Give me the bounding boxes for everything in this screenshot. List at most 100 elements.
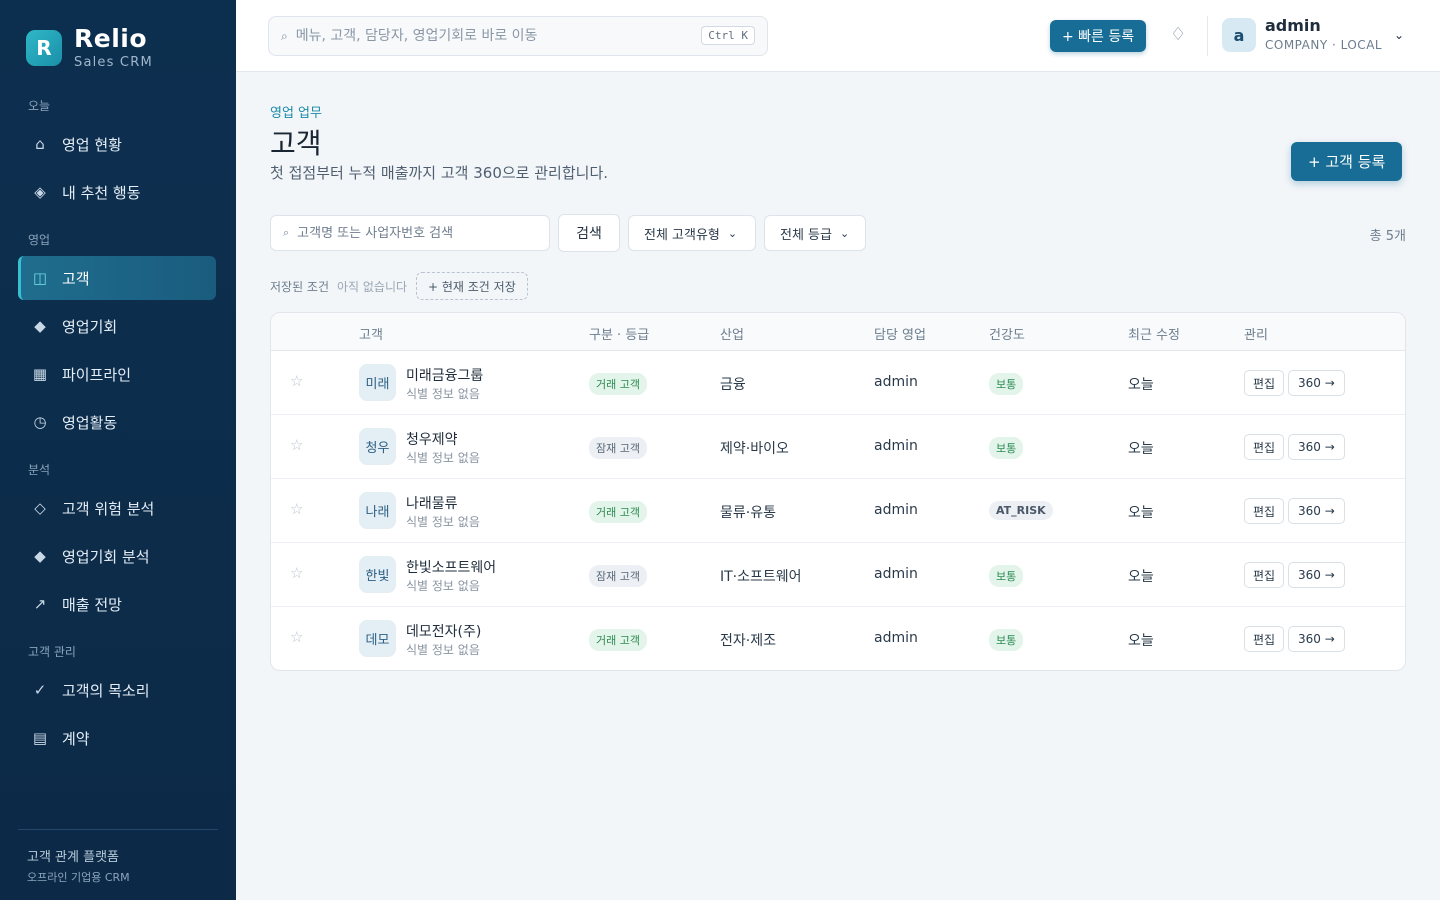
owner: admin [874, 374, 918, 390]
saved-filters-empty: 아직 없습니다 [337, 280, 408, 294]
sidebar-item-label: 매출 전망 [62, 595, 122, 614]
sidebar-item-activities[interactable]: ◷ 영업활동 [18, 400, 216, 444]
topbar: ⌕ Ctrl K + 빠른 등록 ♢ a admin COMPANY · LOC… [236, 0, 1440, 72]
sidebar-item-sales-status[interactable]: ⌂ 영업 현황 [18, 122, 216, 166]
save-filter-button[interactable]: + 현재 조건 저장 [416, 272, 528, 300]
sidebar: R Relio Sales CRM 오늘 ⌂ 영업 현황 ◈ 내 추천 행동 영… [0, 0, 236, 900]
user-name[interactable]: admin [1265, 16, 1321, 35]
view-360-button[interactable]: 360 → [1288, 370, 1345, 396]
footer-subtitle: 오프라인 기업용 CRM [27, 871, 130, 884]
customer-id-info: 식별 정보 없음 [406, 387, 480, 401]
brand[interactable]: R Relio Sales CRM [26, 24, 153, 70]
owner: admin [874, 502, 918, 518]
nav-section-today: 오늘 [28, 99, 51, 113]
sidebar-item-customers[interactable]: ◫ 고객 [18, 256, 216, 300]
brand-subtitle: Sales CRM [74, 55, 153, 70]
status-badge: 잠재 고객 [589, 565, 647, 587]
owner: admin [874, 566, 918, 582]
sidebar-item-pipeline[interactable]: ▦ 파이프라인 [18, 352, 216, 396]
search-button[interactable]: 검색 [558, 214, 620, 252]
clock-icon: ◷ [33, 413, 47, 431]
column-header-owner[interactable]: 담당 영업 [874, 324, 926, 343]
customer-name[interactable]: 데모전자(주) [406, 621, 481, 641]
grid-icon: ▦ [32, 365, 48, 383]
edit-button[interactable]: 편집 [1244, 498, 1285, 524]
sidebar-footer: 고객 관계 플랫폼 오프라인 기업용 CRM [18, 829, 218, 885]
page-title: 고객 [270, 127, 322, 160]
view-360-button[interactable]: 360 → [1288, 498, 1345, 524]
document-icon: ▤ [32, 729, 48, 747]
view-360-button[interactable]: 360 → [1288, 562, 1345, 588]
edit-button[interactable]: 편집 [1244, 370, 1285, 396]
customer-name[interactable]: 한빛소프트웨어 [406, 557, 496, 577]
notification-icon[interactable]: ♢ [1170, 24, 1186, 45]
global-search-input[interactable] [295, 28, 676, 44]
customer-search-input[interactable] [297, 225, 528, 241]
industry: IT·소프트웨어 [720, 569, 802, 585]
brand-name: Relio [74, 24, 148, 53]
column-header-health[interactable]: 건강도 [989, 324, 1025, 343]
table-row[interactable]: ☆ 한빛 한빛소프트웨어 식별 정보 없음 잠재 고객 IT·소프트웨어 adm… [271, 543, 1405, 607]
star-icon[interactable]: ☆ [290, 628, 303, 646]
column-header-industry[interactable]: 산업 [720, 324, 744, 343]
health-badge: 보통 [989, 629, 1024, 651]
star-icon[interactable]: ☆ [290, 436, 303, 454]
updated-at: 오늘 [1128, 633, 1154, 649]
grade-select[interactable]: 전체 등급 ⌄ [764, 215, 866, 251]
chevron-down-icon[interactable]: ⌄ [1394, 28, 1404, 42]
customer-avatar: 데모 [359, 620, 396, 657]
health-badge: 보통 [989, 437, 1024, 459]
customer-table: 고객 구분 · 등급 산업 담당 영업 건강도 최근 수정 관리 ☆ 미래 미래… [270, 312, 1406, 671]
customer-search[interactable]: ⌕ [270, 215, 550, 251]
customer-avatar: 나래 [359, 492, 396, 529]
column-header-type-grade[interactable]: 구분 · 등급 [589, 324, 649, 343]
column-header-updated[interactable]: 최근 수정 [1128, 324, 1180, 343]
topbar-divider [1207, 16, 1208, 56]
customer-type-select[interactable]: 전체 고객유형 ⌄ [628, 215, 756, 251]
customer-name[interactable]: 미래금융그룹 [406, 365, 483, 385]
search-icon: ⌕ [283, 226, 290, 239]
status-badge: 거래 고객 [589, 373, 647, 395]
sidebar-item-contracts[interactable]: ▤ 계약 [18, 716, 216, 760]
sidebar-item-opportunities[interactable]: ◆ 영업기회 [18, 304, 216, 348]
star-icon[interactable]: ☆ [290, 372, 303, 390]
health-badge: AT_RISK [989, 501, 1053, 520]
sidebar-item-revenue-forecast[interactable]: ↗ 매출 전망 [18, 582, 216, 626]
global-search[interactable]: ⌕ Ctrl K [268, 16, 768, 56]
column-header-customer[interactable]: 고객 [359, 324, 383, 343]
edit-button[interactable]: 편집 [1244, 434, 1285, 460]
table-row[interactable]: ☆ 미래 미래금융그룹 식별 정보 없음 거래 고객 금융 admin 보통 오… [271, 351, 1405, 415]
star-icon[interactable]: ☆ [290, 564, 303, 582]
status-badge: 거래 고객 [589, 629, 647, 651]
chevron-down-icon: ⌄ [839, 226, 850, 240]
quick-add-button[interactable]: + 빠른 등록 [1050, 20, 1147, 52]
total-count: 총 5개 [1369, 229, 1406, 244]
breadcrumb[interactable]: 영업 업무 [270, 102, 322, 121]
view-360-button[interactable]: 360 → [1288, 626, 1345, 652]
view-360-button[interactable]: 360 → [1288, 434, 1345, 460]
edit-button[interactable]: 편집 [1244, 626, 1285, 652]
nav-section-customer-management: 고객 관리 [28, 645, 76, 659]
sidebar-item-voice-of-customer[interactable]: ✓ 고객의 목소리 [18, 668, 216, 712]
table-row[interactable]: ☆ 데모 데모전자(주) 식별 정보 없음 거래 고객 전자·제조 admin … [271, 607, 1405, 670]
customer-name[interactable]: 나래물류 [406, 493, 458, 513]
customer-id-info: 식별 정보 없음 [406, 515, 480, 529]
brand-logo-icon: R [26, 30, 62, 66]
avatar[interactable]: a [1222, 18, 1256, 52]
customer-id-info: 식별 정보 없음 [406, 579, 480, 593]
add-customer-button[interactable]: + 고객 등록 [1291, 142, 1403, 181]
customer-id-info: 식별 정보 없음 [406, 643, 480, 657]
sidebar-item-recommended-actions[interactable]: ◈ 내 추천 행동 [18, 170, 216, 214]
sidebar-item-opportunity-analysis[interactable]: ◆ 영업기회 분석 [18, 534, 216, 578]
star-icon[interactable]: ☆ [290, 500, 303, 518]
industry: 전자·제조 [720, 633, 776, 649]
table-header: 고객 구분 · 등급 산업 담당 영업 건강도 최근 수정 관리 [271, 313, 1405, 351]
sidebar-item-label: 계약 [62, 729, 90, 748]
edit-button[interactable]: 편집 [1244, 562, 1285, 588]
table-row[interactable]: ☆ 청우 청우제약 식별 정보 없음 잠재 고객 제약·바이오 admin 보통… [271, 415, 1405, 479]
table-row[interactable]: ☆ 나래 나래물류 식별 정보 없음 거래 고객 물류·유통 admin AT_… [271, 479, 1405, 543]
book-icon: ◫ [32, 269, 48, 287]
sidebar-item-risk-analysis[interactable]: ◇ 고객 위험 분석 [18, 486, 216, 530]
main-content: 영업 업무 고객 첫 접점부터 누적 매출까지 고객 360으로 관리합니다. … [236, 72, 1440, 900]
customer-name[interactable]: 청우제약 [406, 429, 458, 449]
